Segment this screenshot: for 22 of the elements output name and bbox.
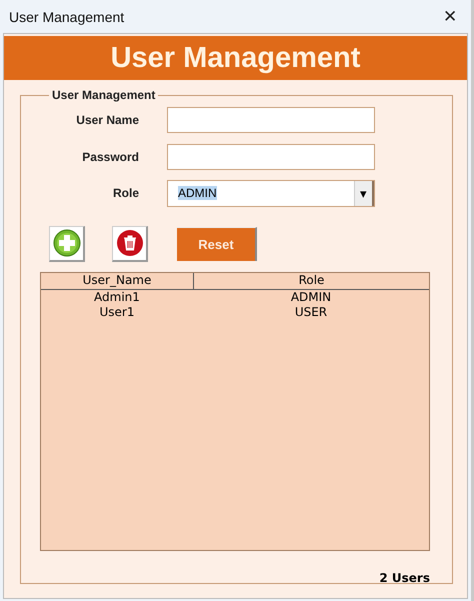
plus-icon [52,229,80,257]
username-field[interactable] [167,107,375,134]
caret-icon[interactable]: ▾ [354,180,374,206]
role-dropdown[interactable]: ADMIN ▾ [167,180,375,207]
field-label: User Name [75,113,139,128]
field-label: Password [81,150,139,164]
user-count: 2 Users [378,570,430,584]
window-title: User Management [9,8,124,24]
table-cell-text: USER [294,304,328,320]
password-field[interactable] [167,144,375,170]
delete-button[interactable] [112,226,148,262]
field-label: Role [112,186,139,200]
group-legend: User Management [49,88,158,102]
table-cell-text: Admin1 [93,290,141,304]
table-cell-text: ADMIN [290,290,332,304]
header-title: User Management [110,42,360,74]
table-cell-text: User1 [98,304,136,320]
trash-icon [116,229,144,257]
add-button[interactable] [49,226,85,262]
column-header: User_Name [41,272,194,290]
close-icon[interactable]: ✕ [437,6,463,27]
column-header: Role [194,272,429,290]
